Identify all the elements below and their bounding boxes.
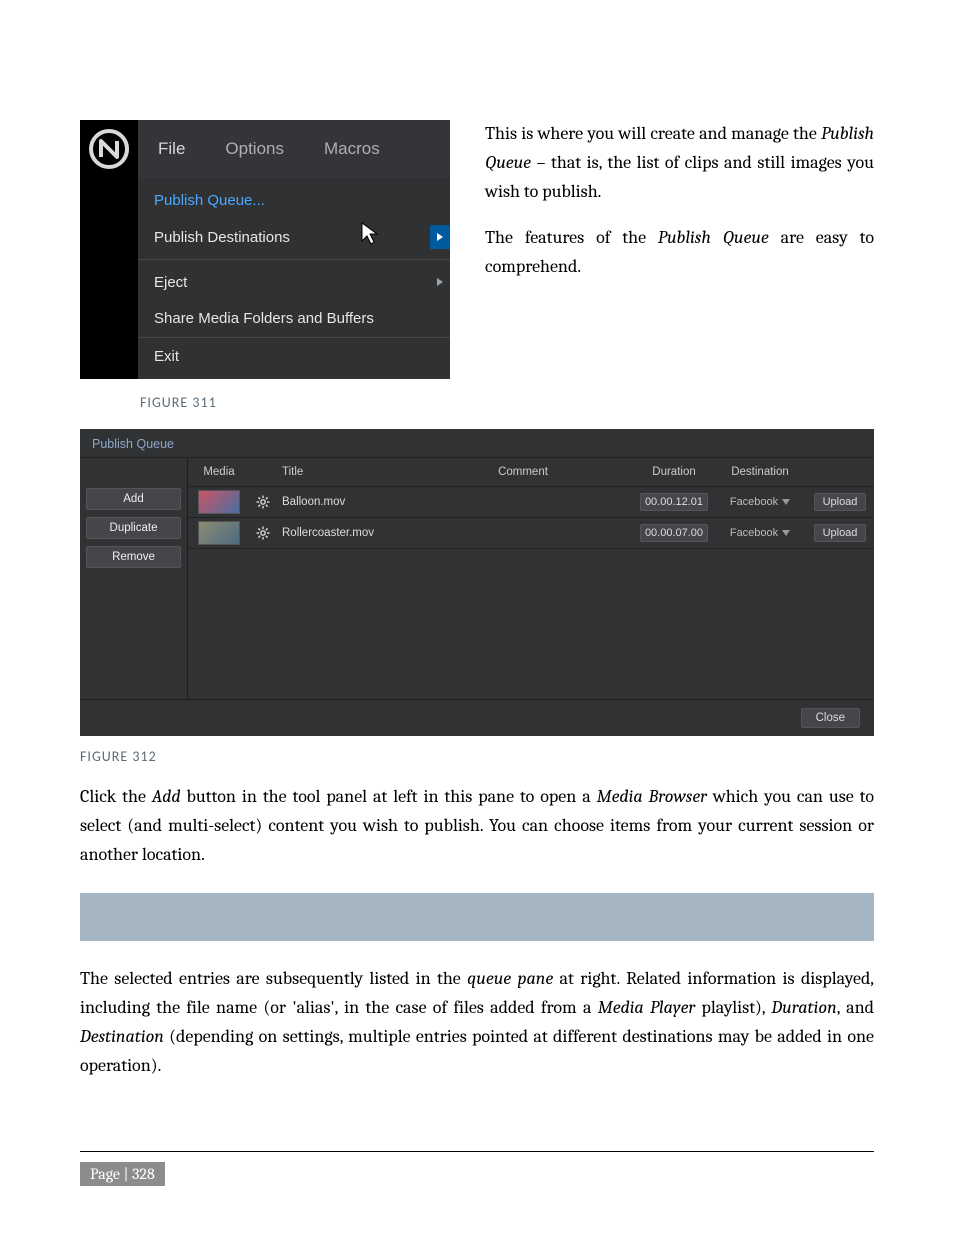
page-number: Page | 328 [80,1162,165,1186]
col-comment: Comment [412,466,634,478]
menu-item-eject[interactable]: Eject [138,262,450,302]
col-destination: Destination [714,466,806,478]
menu-item-publish-queue[interactable]: Publish Queue... [138,184,450,217]
menu-item-publish-destinations[interactable]: Publish Destinations [138,217,450,257]
menu-item-exit[interactable]: Exit [138,340,450,373]
footer-rule [80,1151,874,1152]
menu-macros[interactable]: Macros [324,139,380,159]
queue-header-row: Media Title Comment Duration Destination [188,458,874,486]
thumbnail [198,521,240,545]
figure-312-caption: FIGURE 312 [80,748,874,765]
menu-item-share-media[interactable]: Share Media Folders and Buffers [138,302,450,335]
close-button[interactable]: Close [801,708,860,728]
duplicate-button[interactable]: Duplicate [86,517,181,539]
row-title: Balloon.mov [276,496,412,508]
intro-text: This is where you will create and manage… [485,120,874,300]
note-bar [80,893,874,941]
submenu-arrow-icon [430,270,450,294]
menu-item-label: Eject [154,274,187,291]
menu-bar: File Options Macros [138,120,450,178]
row-title: Rollercoaster.mov [276,527,412,539]
menu-item-label: Publish Destinations [154,229,290,246]
menu-options[interactable]: Options [225,139,284,159]
upload-button[interactable]: Upload [814,524,867,542]
col-duration: Duration [634,466,714,478]
figure-311-caption: FIGURE 311 [140,394,874,411]
paragraph-4: The selected entries are subsequently li… [80,965,874,1080]
queue-tool-panel: Add Duplicate Remove [80,458,188,699]
col-title: Title [276,466,412,478]
upload-button[interactable]: Upload [814,493,867,511]
file-dropdown: Publish Queue... Publish Destinations [138,178,450,379]
figure-312: Publish Queue Add Duplicate Remove Media… [80,429,874,736]
queue-row[interactable]: Rollercoaster.mov 00.00.07.00 Facebook U… [188,517,874,548]
gear-icon[interactable] [255,525,271,541]
dropdown-icon [782,527,790,539]
remove-button[interactable]: Remove [86,546,181,568]
paragraph-3: Click the Add button in the tool panel a… [80,783,874,869]
row-destination[interactable]: Facebook [730,527,790,539]
add-button[interactable]: Add [86,488,181,510]
submenu-arrow-icon [430,225,450,249]
publish-queue-title: Publish Queue [80,429,874,458]
menu-separator [138,337,450,338]
queue-empty-area [188,548,874,699]
cursor-icon [360,221,380,251]
gear-icon[interactable] [255,494,271,510]
row-duration: 00.00.07.00 [640,524,708,542]
menu-separator [138,259,450,260]
queue-row[interactable]: Balloon.mov 00.00.12.01 Facebook Upload [188,486,874,517]
row-duration: 00.00.12.01 [640,493,708,511]
menu-file[interactable]: File [158,139,185,159]
thumbnail [198,490,240,514]
row-destination[interactable]: Facebook [730,496,790,508]
dropdown-icon [782,496,790,508]
app-logo [80,120,138,178]
col-media: Media [188,466,250,478]
figure-311: File Options Macros Publish Queue... Pub… [80,120,450,379]
